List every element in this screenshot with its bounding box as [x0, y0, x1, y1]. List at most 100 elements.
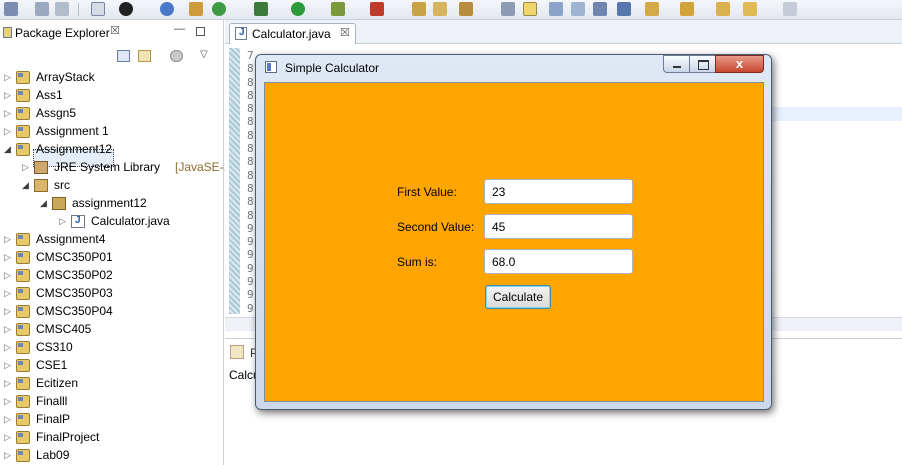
- tree-item[interactable]: ▷ Lab09: [0, 447, 224, 465]
- tree-item-label: Ass1: [36, 88, 63, 102]
- focus-icon[interactable]: [170, 50, 183, 62]
- second-value-input[interactable]: [484, 214, 633, 239]
- project-icon: [16, 413, 30, 426]
- expand-arrow-icon[interactable]: ▷: [59, 216, 66, 227]
- tree-item[interactable]: ▷ CMSC350P01: [0, 249, 224, 267]
- project-icon: [16, 395, 30, 408]
- tree-item[interactable]: ▷ CMSC350P02: [0, 267, 224, 285]
- debug-icon[interactable]: [254, 2, 268, 16]
- expand-arrow-icon[interactable]: ▷: [4, 252, 11, 263]
- back-arrow-icon[interactable]: [716, 2, 730, 16]
- tree-item[interactable]: ▷ CMSC350P03: [0, 285, 224, 303]
- run-icon[interactable]: [291, 2, 305, 16]
- expand-arrow-icon[interactable]: ▷: [4, 72, 11, 83]
- problems-icon[interactable]: [230, 345, 244, 359]
- tree-item[interactable]: ▷ FinalP: [0, 411, 224, 429]
- paragraph-icon[interactable]: [617, 2, 631, 16]
- calculator-content: First Value: Second Value: Sum is: Calcu…: [264, 82, 764, 402]
- collapse-arrow-icon[interactable]: ◢: [22, 180, 29, 191]
- tree-item[interactable]: ▷ CMSC405: [0, 321, 224, 339]
- sum-output[interactable]: [484, 249, 633, 274]
- maximize-button[interactable]: [689, 55, 716, 73]
- expand-arrow-icon[interactable]: ▷: [4, 342, 11, 353]
- up-arrow-icon[interactable]: [680, 2, 694, 16]
- tools-icon[interactable]: [160, 2, 174, 16]
- collapse-all-icon[interactable]: [117, 50, 130, 62]
- expand-arrow-icon[interactable]: ▷: [4, 90, 11, 101]
- tree-item[interactable]: ▷ FinalProject: [0, 429, 224, 447]
- tree-item[interactable]: ▷ ArrayStack: [0, 69, 224, 87]
- close-button[interactable]: x: [715, 55, 764, 73]
- save-all-icon[interactable]: [55, 2, 69, 16]
- expand-arrow-icon[interactable]: ▷: [4, 432, 11, 443]
- new-icon[interactable]: [4, 2, 18, 16]
- expand-arrow-icon[interactable]: ▷: [4, 396, 11, 407]
- open-folder-icon[interactable]: [433, 2, 447, 16]
- tree-item[interactable]: ▷ CMSC350P04: [0, 303, 224, 321]
- tree-item[interactable]: ▷ Assgn5: [0, 105, 224, 123]
- expand-arrow-icon[interactable]: ▷: [4, 414, 11, 425]
- tree-item[interactable]: ▷ Assignment4: [0, 231, 224, 249]
- tree-item[interactable]: ▷ CSE1: [0, 357, 224, 375]
- expand-arrow-icon[interactable]: ▷: [4, 324, 11, 335]
- show-whitespace-icon[interactable]: [593, 2, 607, 16]
- tree-item-label: CMSC350P01: [36, 250, 113, 264]
- binary-icon[interactable]: [91, 2, 105, 16]
- expand-arrow-icon[interactable]: ▷: [4, 306, 11, 317]
- tree-item[interactable]: ▷ JRE System Library [JavaSE-1.8]: [0, 159, 244, 177]
- expand-arrow-icon[interactable]: ▷: [4, 360, 11, 371]
- tree-item[interactable]: ▷ Finalll: [0, 393, 224, 411]
- minimize-button[interactable]: [663, 55, 690, 73]
- link-with-editor-icon[interactable]: [138, 50, 151, 62]
- library-icon: [34, 161, 48, 174]
- tree-item-label: Lab09: [36, 448, 70, 462]
- close-icon[interactable]: ☒: [110, 24, 120, 37]
- view-menu-icon[interactable]: ▽: [200, 49, 208, 60]
- tree-item[interactable]: ▷ CS310: [0, 339, 224, 357]
- expand-arrow-icon[interactable]: ▷: [4, 450, 11, 461]
- next-annotation-icon[interactable]: [501, 2, 515, 16]
- tree-item[interactable]: ▷ Calculator.java: [0, 213, 224, 231]
- maximize-icon[interactable]: [196, 27, 205, 36]
- tree-item[interactable]: ▷ Ass1: [0, 87, 224, 105]
- package-icon[interactable]: [189, 2, 203, 16]
- package-explorer-tab[interactable]: Package Explorer ☒ —: [0, 22, 224, 44]
- main-toolbar: [0, 0, 902, 20]
- tree-item[interactable]: ▷ Assignment 1: [0, 123, 224, 141]
- expand-arrow-icon[interactable]: ▷: [4, 270, 11, 281]
- first-value-input[interactable]: [484, 179, 633, 204]
- calculate-button[interactable]: Calculate: [485, 285, 551, 309]
- pen-icon[interactable]: [459, 2, 473, 16]
- block-selection-icon[interactable]: [571, 2, 585, 16]
- save-icon[interactable]: [35, 2, 49, 16]
- tree-item[interactable]: ▷ Ecitizen: [0, 375, 224, 393]
- collapse-arrow-icon[interactable]: ◢: [40, 198, 47, 209]
- next-edit-icon[interactable]: [645, 2, 659, 16]
- expand-arrow-icon[interactable]: ▷: [4, 378, 11, 389]
- highlight-icon[interactable]: [523, 2, 537, 16]
- open-type-icon[interactable]: [412, 2, 426, 16]
- tree-item[interactable]: ◢ assignment12: [0, 195, 224, 213]
- refresh-icon[interactable]: [212, 2, 226, 16]
- expand-arrow-icon[interactable]: ▷: [4, 108, 11, 119]
- external-tools-icon[interactable]: [370, 2, 384, 16]
- tab-calculator-java[interactable]: Calculator.java ☒: [229, 23, 356, 44]
- package-explorer-toolbar: ▽: [0, 46, 224, 68]
- tree-item[interactable]: ◢ Assignment12: [0, 141, 224, 159]
- close-icon[interactable]: ☒: [340, 26, 350, 39]
- project-icon: [16, 89, 30, 102]
- coverage-icon[interactable]: [331, 2, 345, 16]
- next-icon[interactable]: [783, 2, 797, 16]
- tree-item-label: src: [54, 178, 70, 192]
- minimize-icon[interactable]: —: [174, 23, 185, 35]
- expand-arrow-icon[interactable]: ▷: [4, 288, 11, 299]
- collapse-arrow-icon[interactable]: ◢: [4, 144, 11, 155]
- toggle-mark-icon[interactable]: [549, 2, 563, 16]
- window-titlebar[interactable]: Simple Calculator x: [256, 55, 771, 81]
- expand-arrow-icon[interactable]: ▷: [22, 162, 29, 173]
- expand-arrow-icon[interactable]: ▷: [4, 126, 11, 137]
- forward-arrow-icon[interactable]: [743, 2, 757, 16]
- tree-item[interactable]: ◢ src: [0, 177, 224, 195]
- profile-icon[interactable]: [119, 2, 133, 16]
- expand-arrow-icon[interactable]: ▷: [4, 234, 11, 245]
